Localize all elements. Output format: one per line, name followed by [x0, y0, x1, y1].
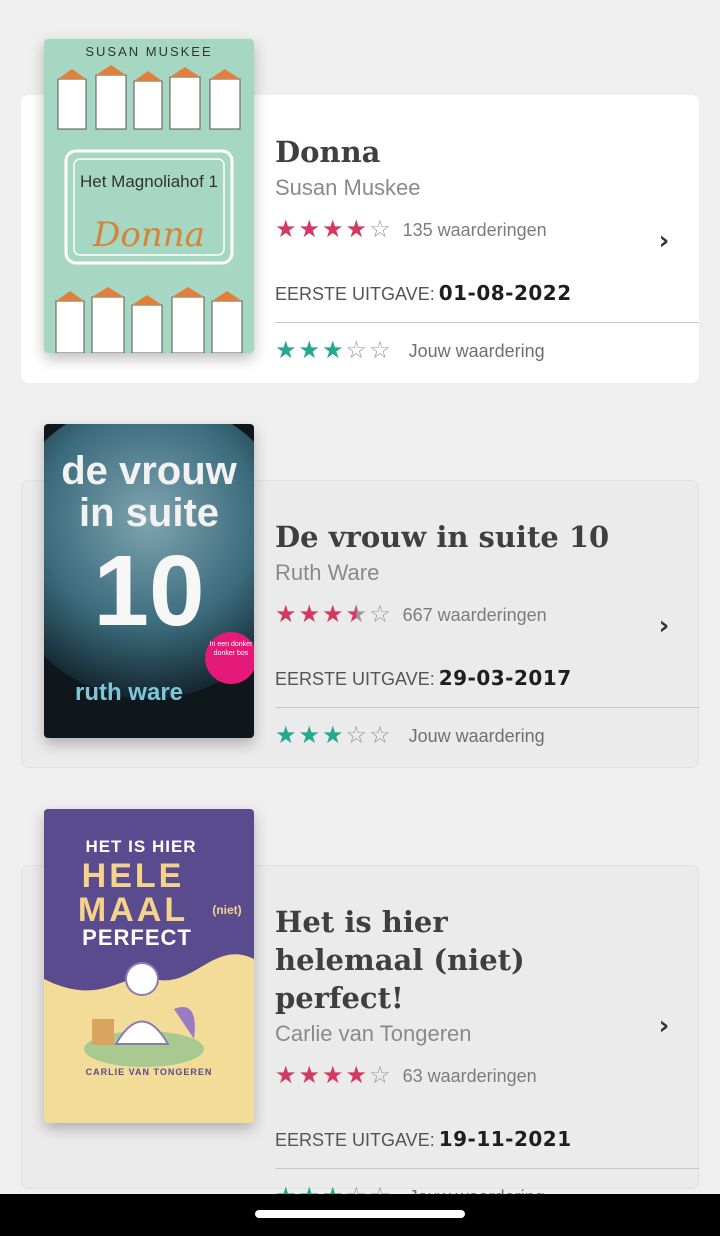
book-title[interactable]: De vrouw in suite 10 [275, 518, 699, 556]
system-navigation-bar [0, 1194, 720, 1236]
star-icon: ★ [275, 216, 297, 243]
star-icon: ★ [275, 601, 297, 628]
chevron-right-icon[interactable]: › [652, 613, 676, 639]
cover-author: SUSAN MUSKEE [85, 44, 213, 59]
cover-title: de vrouw in suite [61, 449, 237, 535]
star-icon: ★ [298, 216, 321, 243]
cover-niet: (niet) [212, 903, 242, 917]
book-author: Carlie van Tongeren [275, 1021, 472, 1046]
book-title[interactable]: Donna [275, 133, 699, 171]
community-rating: ★ ★ ★ ★ ☆ 135 waarderingen [275, 215, 699, 245]
book-info: Het is hier helemaal (niet) perfect! Car… [275, 903, 699, 1225]
cover-illustration [55, 65, 243, 353]
community-rating: ★ ★ ★ ★ ☆ 63 waarderingen [275, 1061, 699, 1091]
first-edition: EERSTE UITGAVE: 29-03-2017 [275, 666, 699, 691]
book-cover[interactable]: de vrouw in suite 10 ruth ware In een do… [44, 424, 254, 738]
book-info: Donna Susan Muskee ★ ★ ★ ★ ☆ 135 waarder… [275, 133, 699, 379]
star-icon: ★ [322, 601, 344, 628]
star-icon: ★ [298, 1062, 321, 1089]
star-icon[interactable]: ★ [299, 339, 321, 363]
star-icon[interactable]: ★ [322, 339, 344, 363]
chevron-right-icon[interactable]: › [652, 1013, 676, 1039]
first-edition: EERSTE UITGAVE: 01-08-2022 [275, 281, 699, 306]
first-edition-date: 29-03-2017 [438, 666, 572, 690]
cover-author: CARLIE VAN TONGEREN [85, 1067, 213, 1077]
user-rating-label: Jouw waardering [408, 725, 545, 746]
star-icon[interactable]: ★ [299, 724, 321, 748]
star-empty-icon[interactable]: ☆ [346, 724, 368, 748]
home-gesture-handle[interactable] [255, 1210, 465, 1218]
first-edition-label: EERSTE UITGAVE: [275, 1130, 435, 1150]
book-cover[interactable]: HET IS HIER HELE MAAL (niet) PERFECT CAR… [44, 809, 254, 1123]
community-rating: ★ ★ ★ ★ ☆ 667 waarderingen [275, 600, 699, 630]
book-info: De vrouw in suite 10 Ruth Ware ★ ★ ★ ★ ☆… [275, 518, 699, 764]
star-empty-icon: ☆ [369, 601, 391, 628]
book-cover[interactable]: SUSAN MUSKEE Het Magnoliahof 1 Donna [44, 39, 254, 353]
star-half-icon: ★ [345, 601, 368, 628]
star-empty-icon[interactable]: ☆ [346, 339, 368, 363]
star-icon: ★ [345, 216, 368, 243]
first-edition-date: 01-08-2022 [438, 281, 572, 305]
cover-line4: PERFECT [82, 925, 192, 950]
cover-number: 10 [93, 535, 205, 647]
user-rating[interactable]: ★ ★ ★ ☆ ☆ Jouw waardering [275, 708, 699, 764]
cover-line1: HET IS HIER [85, 837, 197, 856]
star-icon[interactable]: ★ [322, 724, 344, 748]
star-icon: ★ [275, 1062, 297, 1089]
ratings-count: 135 waarderingen [402, 219, 547, 240]
star-icon: ★ [345, 1062, 368, 1089]
cover-badge: In een donker donker bos [209, 641, 253, 657]
star-icon[interactable]: ★ [275, 724, 297, 748]
book-title[interactable]: Het is hier helemaal (niet) perfect! [275, 903, 575, 1017]
star-empty-icon[interactable]: ☆ [369, 724, 391, 748]
first-edition-date: 19-11-2021 [438, 1127, 572, 1151]
first-edition-label: EERSTE UITGAVE: [275, 669, 435, 689]
cover-series: Het Magnoliahof 1 [80, 172, 218, 191]
book-author: Susan Muskee [275, 175, 421, 200]
star-icon[interactable]: ★ [275, 339, 297, 363]
star-empty-icon: ☆ [369, 1062, 391, 1089]
first-edition: EERSTE UITGAVE: 19-11-2021 [275, 1127, 699, 1152]
star-icon: ★ [322, 216, 344, 243]
star-empty-icon: ☆ [369, 216, 391, 243]
chevron-right-icon[interactable]: › [652, 228, 676, 254]
star-icon: ★ [298, 601, 321, 628]
user-rating-label: Jouw waardering [408, 340, 545, 361]
cover-author: ruth ware [74, 679, 184, 706]
first-edition-label: EERSTE UITGAVE: [275, 284, 435, 304]
star-empty-icon[interactable]: ☆ [369, 339, 391, 363]
user-rating[interactable]: ★ ★ ★ ☆ ☆ Jouw waardering [275, 323, 699, 379]
star-icon: ★ [322, 1062, 344, 1089]
ratings-count: 667 waarderingen [402, 604, 547, 625]
book-author: Ruth Ware [275, 560, 380, 585]
cover-title: Donna [93, 215, 205, 255]
ratings-count: 63 waarderingen [402, 1065, 537, 1086]
